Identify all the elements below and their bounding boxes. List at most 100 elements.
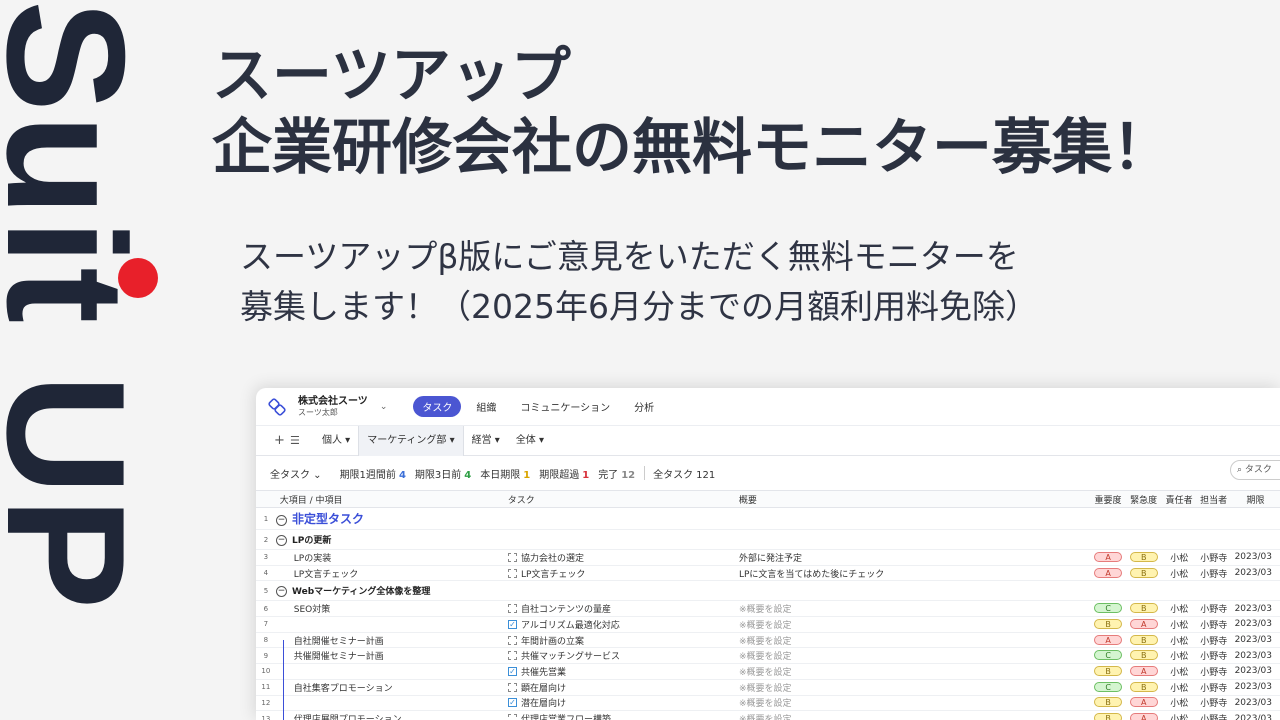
- row-desc[interactable]: ※概要を設定: [739, 696, 1090, 709]
- collapse-icon[interactable]: −: [276, 535, 287, 546]
- table-row[interactable]: 10 ✓ 共催先営業 ※概要を設定 B A 小松 小野寺 2023/03: [256, 664, 1280, 680]
- col-due[interactable]: 期限: [1230, 493, 1280, 506]
- row-desc[interactable]: LPに文言を当てはめた後にチェック: [739, 567, 1090, 580]
- filter-chip[interactable]: 期限1週間前 4: [340, 466, 406, 481]
- checkbox-icon[interactable]: [507, 682, 517, 692]
- row-desc[interactable]: ※概要を設定: [739, 712, 1090, 720]
- chevron-down-icon[interactable]: ⌄: [380, 402, 388, 412]
- row-due[interactable]: 2023/03: [1231, 619, 1280, 629]
- importance-cell[interactable]: A: [1090, 567, 1126, 579]
- urgency-cell[interactable]: B: [1126, 551, 1162, 563]
- row-desc[interactable]: ※概要を設定: [739, 618, 1090, 631]
- search-input[interactable]: ⌕ タスク: [1230, 460, 1280, 480]
- row-assignee[interactable]: 小野寺: [1197, 665, 1231, 678]
- group-header[interactable]: − LPの更新: [276, 533, 511, 546]
- filter-chip[interactable]: 期限3日前 4: [415, 466, 471, 481]
- row-due[interactable]: 2023/03: [1231, 714, 1280, 720]
- view-tab[interactable]: マーケティング部 ▾: [358, 425, 464, 456]
- view-tab[interactable]: 個人 ▾: [314, 426, 358, 456]
- row-due[interactable]: 2023/03: [1231, 666, 1280, 676]
- checkbox-icon[interactable]: [507, 714, 517, 720]
- row-desc[interactable]: ※概要を設定: [739, 602, 1090, 615]
- col-urgency[interactable]: 緊急度: [1126, 493, 1162, 506]
- urgency-cell[interactable]: A: [1126, 665, 1162, 677]
- filter-chip[interactable]: 期限超過 1: [539, 466, 589, 481]
- importance-cell[interactable]: A: [1090, 551, 1126, 563]
- col-importance[interactable]: 重要度: [1090, 493, 1126, 506]
- row-assignee[interactable]: 小野寺: [1197, 602, 1231, 615]
- row-task[interactable]: ✓ 共催先営業: [507, 665, 739, 678]
- row-owner[interactable]: 小松: [1161, 665, 1197, 678]
- urgency-cell[interactable]: B: [1126, 603, 1162, 614]
- row-task[interactable]: LP文言チェック: [507, 567, 739, 580]
- importance-cell[interactable]: A: [1090, 634, 1126, 646]
- row-due[interactable]: 2023/03: [1231, 552, 1280, 562]
- row-owner[interactable]: 小松: [1161, 618, 1197, 631]
- table-row[interactable]: 13 代理店展開プロモーション 代理店営業フロー構築 ※概要を設定 BA小松小野寺202…: [256, 711, 1280, 720]
- row-owner[interactable]: 小松: [1161, 634, 1197, 647]
- company-switcher[interactable]: 株式会社スーツ スーツ太郎: [298, 396, 368, 418]
- row-due[interactable]: 2023/03: [1231, 651, 1280, 661]
- row-owner[interactable]: 小松: [1161, 681, 1197, 694]
- col-desc[interactable]: 概要: [739, 493, 1090, 506]
- nav-tab[interactable]: タスク: [413, 396, 462, 417]
- checkbox-icon[interactable]: [507, 635, 517, 645]
- add-icon[interactable]: +: [274, 433, 290, 448]
- row-task[interactable]: ✓ アルゴリズム最適化対応: [507, 618, 739, 631]
- nav-tab[interactable]: コミュニケーション: [511, 396, 619, 417]
- row-desc[interactable]: ※概要を設定: [739, 649, 1090, 662]
- urgency-cell[interactable]: B: [1126, 567, 1162, 579]
- row-due[interactable]: 2023/03: [1231, 635, 1280, 645]
- group-header[interactable]: − 非定型タスク: [276, 510, 511, 527]
- row-assignee[interactable]: 小野寺: [1197, 696, 1231, 709]
- row-owner[interactable]: 小松: [1161, 696, 1197, 709]
- nav-tab[interactable]: 分析: [625, 396, 663, 417]
- row-assignee[interactable]: 小野寺: [1197, 551, 1231, 564]
- importance-cell[interactable]: C: [1090, 681, 1126, 693]
- row-owner[interactable]: 小松: [1161, 602, 1197, 615]
- urgency-cell[interactable]: B: [1126, 634, 1162, 646]
- row-task[interactable]: 共催マッチングサービス: [507, 649, 739, 662]
- importance-cell[interactable]: C: [1090, 650, 1126, 661]
- row-task[interactable]: 年間計画の立案: [507, 634, 739, 647]
- table-row[interactable]: 7 ✓ アルゴリズム最適化対応 ※概要を設定 B A 小松 小野寺 2023/03: [256, 617, 1280, 633]
- table-row[interactable]: 5− Webマーケティング全体像を整理: [256, 581, 1280, 602]
- urgency-cell[interactable]: A: [1126, 713, 1162, 720]
- row-task[interactable]: 自社コンテンツの量産: [507, 602, 739, 615]
- table-row[interactable]: 4 LP文言チェック LP文言チェック LPに文言を当てはめた後にチェック A B 小松 小野…: [256, 566, 1280, 582]
- filter-all-dropdown[interactable]: 全タスク ⌄: [270, 466, 322, 481]
- col-task[interactable]: タスク: [508, 493, 739, 506]
- row-due[interactable]: 2023/03: [1231, 698, 1280, 708]
- row-desc[interactable]: 外部に発注予定: [739, 551, 1090, 564]
- table-row[interactable]: 1− 非定型タスク: [256, 508, 1280, 530]
- checked-checkbox-icon[interactable]: ✓: [507, 619, 517, 629]
- importance-cell[interactable]: B: [1090, 665, 1126, 677]
- row-desc[interactable]: ※概要を設定: [739, 681, 1090, 694]
- urgency-cell[interactable]: A: [1126, 618, 1162, 630]
- view-tab[interactable]: 全体 ▾: [508, 426, 552, 456]
- row-due[interactable]: 2023/03: [1231, 568, 1280, 578]
- collapse-icon[interactable]: −: [276, 586, 287, 598]
- total-tasks[interactable]: 全タスク 121: [653, 466, 715, 481]
- col-item[interactable]: 大項目 / 中項目: [276, 493, 508, 506]
- checkbox-icon[interactable]: [507, 552, 517, 562]
- row-desc[interactable]: ※概要を設定: [739, 665, 1090, 678]
- checked-checkbox-icon[interactable]: ✓: [507, 666, 517, 676]
- row-assignee[interactable]: 小野寺: [1197, 649, 1231, 662]
- row-assignee[interactable]: 小野寺: [1197, 681, 1231, 694]
- row-task[interactable]: 顕在層向け: [507, 681, 739, 694]
- row-assignee[interactable]: 小野寺: [1197, 567, 1231, 580]
- filter-chip[interactable]: 完了 12: [598, 466, 635, 481]
- row-due[interactable]: 2023/03: [1231, 682, 1280, 692]
- checked-checkbox-icon[interactable]: ✓: [507, 698, 517, 708]
- row-task[interactable]: 協力会社の選定: [507, 551, 739, 564]
- row-owner[interactable]: 小松: [1161, 567, 1197, 580]
- col-assignee[interactable]: 担当者: [1197, 493, 1231, 506]
- collapse-icon[interactable]: −: [276, 515, 287, 526]
- row-task[interactable]: 代理店営業フロー構築: [507, 712, 739, 720]
- row-owner[interactable]: 小松: [1161, 551, 1197, 564]
- importance-cell[interactable]: B: [1090, 618, 1126, 630]
- nav-tab[interactable]: 組織: [467, 396, 505, 417]
- row-due[interactable]: 2023/03: [1231, 604, 1280, 614]
- table-row[interactable]: 9 共催開催セミナー計画 共催マッチングサービス ※概要を設定 C B 小松 小野寺 2023/…: [256, 648, 1280, 665]
